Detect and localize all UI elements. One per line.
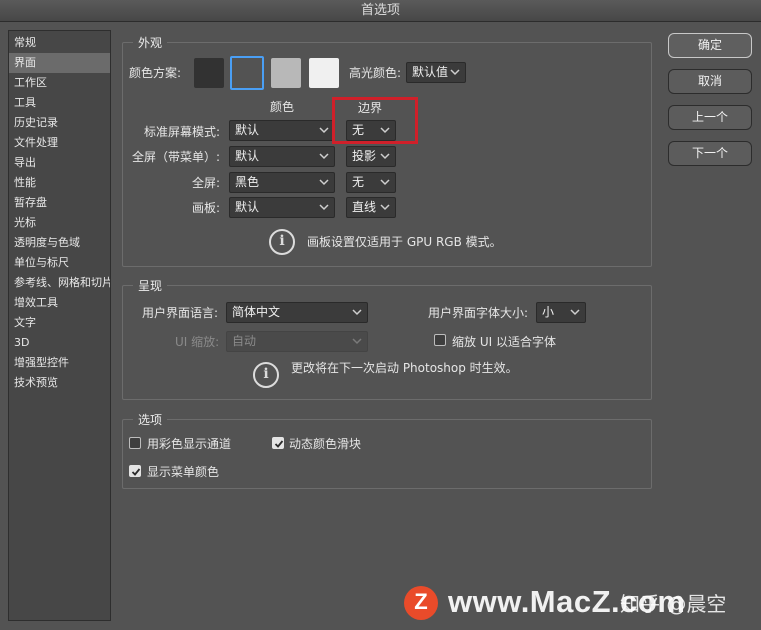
sidebar-item-3d[interactable]: 3D — [9, 333, 110, 353]
previous-button[interactable]: 上一个 — [668, 105, 752, 130]
annotation-highlight-box — [332, 97, 418, 144]
scale-to-font-label: 缩放 UI 以适合字体 — [452, 335, 556, 349]
full-screen-border-select[interactable]: 无 — [346, 172, 396, 193]
watermark-zhihu: 知乎 @晨空 — [620, 592, 727, 616]
sidebar-item-transparency-gamut[interactable]: 透明度与色域 — [9, 233, 110, 253]
checkmark-icon — [274, 440, 284, 448]
sidebar-item-workspace[interactable]: 工作区 — [9, 73, 110, 93]
sidebar-item-history[interactable]: 历史记录 — [9, 113, 110, 133]
ui-scale-label: UI 缩放: — [175, 335, 220, 349]
watermark-logo: Z — [404, 586, 438, 620]
full-screen-menu-color-value: 默认 — [235, 149, 260, 163]
standard-screen-color-select[interactable]: 默认 — [229, 120, 335, 141]
color-channels-checkbox[interactable] — [129, 437, 141, 449]
watermark: Z www.MacZ.com 知乎 @晨空 — [396, 578, 761, 630]
ui-scale-value: 自动 — [232, 334, 257, 348]
info-icon: i — [253, 362, 279, 388]
sidebar-item-export[interactable]: 导出 — [9, 153, 110, 173]
sidebar-item-guides-grid-slices[interactable]: 参考线、网格和切片 — [9, 273, 110, 293]
ui-font-size-select[interactable]: 小 — [536, 302, 586, 323]
chevron-down-icon — [319, 204, 329, 211]
sidebar-item-performance[interactable]: 性能 — [9, 173, 110, 193]
sidebar-item-units-rulers[interactable]: 单位与标尺 — [9, 253, 110, 273]
artboard-label: 画板: — [191, 201, 220, 215]
standard-screen-mode-label: 标准屏幕模式: — [143, 125, 220, 139]
menu-colors-checkbox[interactable] — [129, 465, 141, 477]
sidebar-item-technology-previews[interactable]: 技术预览 — [9, 373, 110, 393]
ui-language-label: 用户界面语言: — [142, 306, 219, 320]
sidebar-item-file-handling[interactable]: 文件处理 — [9, 133, 110, 153]
sidebar-item-plugins[interactable]: 增效工具 — [9, 293, 110, 313]
chevron-down-icon — [450, 69, 460, 76]
artboard-border-select[interactable]: 直线 — [346, 197, 396, 218]
color-scheme-darkest[interactable] — [194, 58, 224, 88]
restart-note: 更改将在下一次启动 Photoshop 时生效。 — [291, 361, 518, 375]
full-screen-color-select[interactable]: 黑色 — [229, 172, 335, 193]
cancel-button[interactable]: 取消 — [668, 69, 752, 94]
sidebar: 常规 界面 工作区 工具 历史记录 文件处理 导出 性能 暂存盘 光标 透明度与… — [8, 30, 111, 621]
chevron-down-icon — [319, 127, 329, 134]
info-icon: i — [269, 229, 295, 255]
sidebar-item-cursors[interactable]: 光标 — [9, 213, 110, 233]
full-screen-menu-border-value: 投影 — [352, 149, 377, 163]
watermark-logo-letter: Z — [414, 589, 428, 614]
full-screen-menu-border-select[interactable]: 投影 — [346, 146, 396, 167]
scale-to-font-checkbox[interactable] — [434, 334, 446, 346]
chevron-down-icon — [319, 153, 329, 160]
highlight-color-value: 默认值 — [412, 65, 449, 79]
ui-font-size-label: 用户界面字体大小: — [428, 306, 529, 320]
sidebar-item-type[interactable]: 文字 — [9, 313, 110, 333]
sidebar-item-general[interactable]: 常规 — [9, 33, 110, 53]
highlight-color-label: 高光颜色: — [349, 66, 402, 80]
ok-button[interactable]: 确定 — [668, 33, 752, 58]
full-screen-border-value: 无 — [352, 175, 365, 189]
dynamic-sliders-label: 动态颜色滑块 — [289, 437, 362, 451]
artboard-note: 画板设置仅适用于 GPU RGB 模式。 — [307, 235, 502, 249]
full-screen-menu-color-select[interactable]: 默认 — [229, 146, 335, 167]
artboard-border-value: 直线 — [352, 200, 377, 214]
color-scheme-light[interactable] — [271, 58, 301, 88]
sidebar-item-scratch-disks[interactable]: 暂存盘 — [9, 193, 110, 213]
ui-font-size-value: 小 — [542, 305, 555, 319]
chevron-down-icon — [352, 309, 362, 316]
highlight-color-select[interactable]: 默认值 — [406, 62, 466, 83]
sidebar-item-tools[interactable]: 工具 — [9, 93, 110, 113]
full-screen-menu-label: 全屏（带菜单）: — [131, 150, 220, 164]
artboard-color-select[interactable]: 默认 — [229, 197, 335, 218]
chevron-down-icon — [570, 309, 580, 316]
dynamic-sliders-checkbox[interactable] — [272, 437, 284, 449]
chevron-down-icon — [380, 179, 390, 186]
column-header-color: 颜色 — [270, 100, 295, 114]
color-channels-label: 用彩色显示通道 — [147, 437, 232, 451]
artboard-color-value: 默认 — [235, 200, 260, 214]
color-scheme-dark-selected[interactable] — [230, 56, 264, 90]
chevron-down-icon — [352, 338, 362, 345]
color-scheme-lightest[interactable] — [309, 58, 339, 88]
checkmark-icon — [131, 468, 141, 476]
options-title: 选项 — [133, 411, 168, 428]
ui-language-value: 简体中文 — [232, 305, 281, 319]
sidebar-item-enhanced-controls[interactable]: 增强型控件 — [9, 353, 110, 373]
color-scheme-label: 颜色方案: — [129, 66, 182, 80]
chevron-down-icon — [380, 153, 390, 160]
sidebar-item-interface[interactable]: 界面 — [9, 53, 110, 73]
standard-screen-color-value: 默认 — [235, 123, 260, 137]
window-title: 首选项 — [0, 0, 761, 22]
presentation-title: 呈现 — [133, 277, 168, 294]
ui-language-select[interactable]: 简体中文 — [226, 302, 368, 323]
full-screen-color-value: 黑色 — [235, 175, 260, 189]
appearance-title: 外观 — [133, 34, 168, 51]
chevron-down-icon — [319, 179, 329, 186]
next-button[interactable]: 下一个 — [668, 141, 752, 166]
menu-colors-label: 显示菜单颜色 — [147, 465, 220, 479]
ui-scale-select[interactable]: 自动 — [226, 331, 368, 352]
full-screen-label: 全屏: — [191, 176, 220, 190]
chevron-down-icon — [380, 204, 390, 211]
